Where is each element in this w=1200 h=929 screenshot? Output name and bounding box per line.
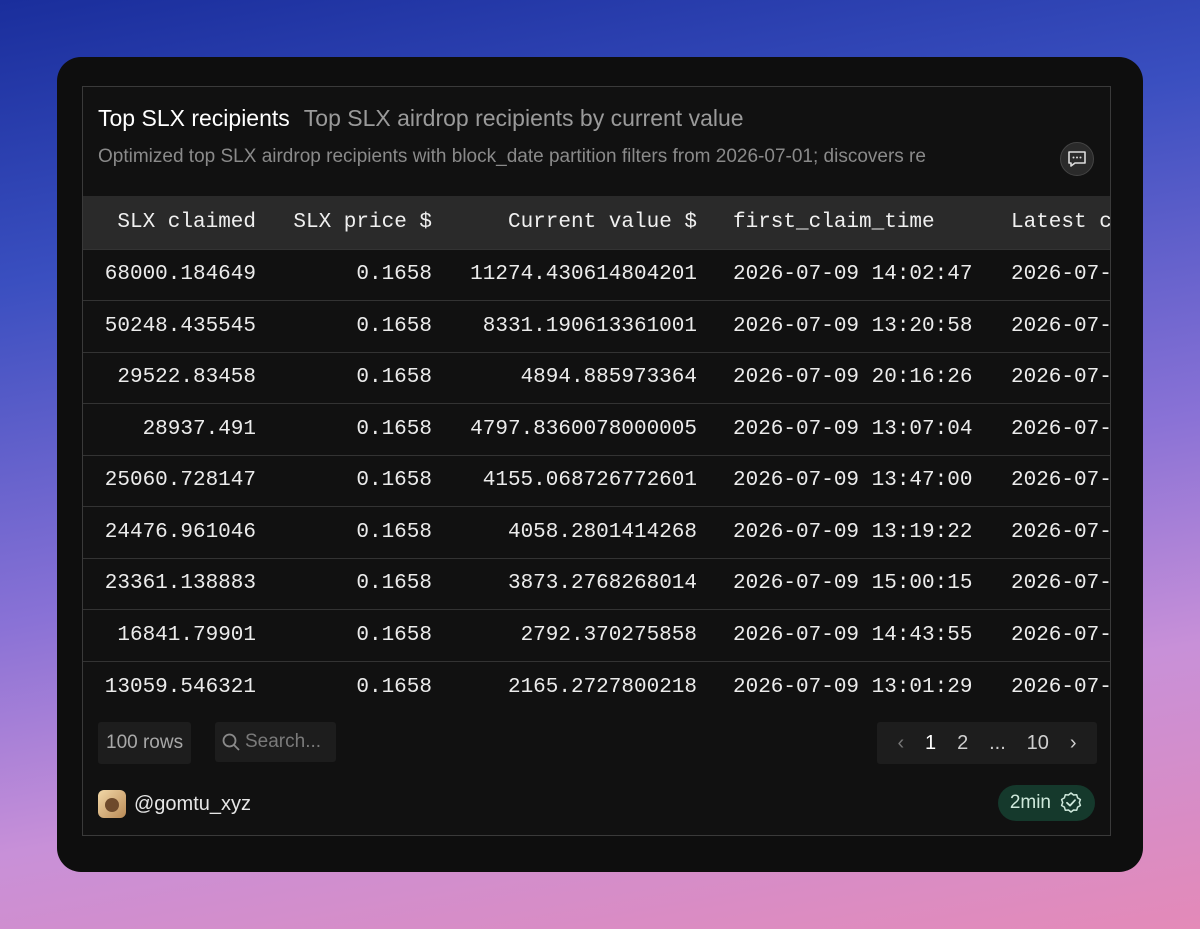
table-cell: 2026-07-	[993, 248, 1110, 301]
table-row[interactable]: 16841.79901 0.1658 2792.370275858 2026-07-0…	[83, 609, 1110, 661]
comment-icon	[1068, 151, 1086, 167]
table-cell: 0.1658	[274, 248, 450, 301]
table-cell: 2026-07-	[993, 403, 1110, 455]
table-cell: 16841.79901	[83, 609, 274, 661]
table-cell: 2792.370275858	[450, 609, 715, 661]
table-cell: 2026-07-09 13:01:29	[715, 660, 993, 713]
table-cell: 11274.430614804201	[450, 248, 715, 301]
refresh-badge: 2min	[997, 785, 1095, 821]
table-cell: 68000.184649	[83, 248, 274, 301]
table-row[interactable]: 13059.546321 0.1658 2165.2727800218 2026-07…	[83, 660, 1110, 713]
results-table-container[interactable]: SLX claimed SLX price $ Current value $ …	[83, 196, 1110, 713]
table-cell: 2026-07-	[993, 454, 1110, 507]
table-cell: 3873.2768268014	[450, 557, 715, 610]
comment-button[interactable]	[1060, 142, 1094, 176]
avatar	[98, 790, 126, 818]
table-cell: 2026-07-09 20:16:26	[715, 351, 993, 404]
table-cell: 0.1658	[274, 506, 450, 558]
table-cell: 4797.8360078000005	[450, 403, 715, 455]
table-cell: 0.1658	[274, 609, 450, 661]
table-cell: 0.1658	[274, 660, 450, 713]
query-description: Optimized top SLX airdrop recipients wit…	[98, 146, 926, 167]
page-button[interactable]: 1	[925, 732, 936, 755]
query-subtitle: Top SLX airdrop recipients by current va…	[303, 105, 744, 131]
table-row[interactable]: 68000.184649 0.1658 11274.430614804201 2026…	[83, 248, 1110, 301]
table-row[interactable]: 23361.138883 0.1658 3873.2768268014 2026-07…	[83, 557, 1110, 610]
page-ellipsis: ...	[989, 731, 1006, 754]
author[interactable]: @gomtu_xyz	[98, 790, 251, 818]
table-cell: 0.1658	[274, 300, 450, 352]
refresh-time: 2min	[1009, 792, 1051, 813]
verified-check-icon	[1060, 792, 1082, 813]
results-table: SLX claimed SLX price $ Current value $ …	[83, 196, 1110, 713]
table-header-row: SLX claimed SLX price $ Current value $ …	[83, 196, 1110, 249]
panel-header: Top SLX recipients Top SLX airdrop recip…	[98, 105, 1098, 168]
table-cell: 4155.068726772601	[450, 454, 715, 507]
author-name[interactable]: @gomtu_xyz	[134, 793, 251, 816]
query-panel: Top SLX recipients Top SLX airdrop recip…	[82, 86, 1111, 836]
search-icon	[222, 733, 240, 751]
table-cell: 13059.546321	[83, 660, 274, 713]
table-row[interactable]: 50248.435545 0.1658 8331.190613361001 2026-…	[83, 300, 1110, 352]
table-cell: 2026-07-	[993, 351, 1110, 404]
page-button[interactable]: 10	[1027, 732, 1049, 755]
table-cell: 28937.491	[83, 403, 274, 455]
table-cell: 2165.2727800218	[450, 660, 715, 713]
search-placeholder: Search...	[245, 731, 322, 752]
table-cell: 25060.728147	[83, 454, 274, 507]
column-header[interactable]: Current value $	[450, 196, 715, 249]
table-cell: 2026-07-09 14:02:47	[715, 248, 993, 301]
table-cell: 2026-07-09 14:43:55	[715, 609, 993, 661]
table-cell: 8331.190613361001	[450, 300, 715, 352]
table-cell: 2026-07-	[993, 609, 1110, 661]
column-header[interactable]: SLX price $	[274, 196, 450, 249]
table-cell: 2026-07-09 13:07:04	[715, 403, 993, 455]
column-header[interactable]: SLX claimed	[83, 196, 274, 249]
query-card: Top SLX recipients Top SLX airdrop recip…	[57, 57, 1143, 872]
table-cell: 2026-07-09 15:00:15	[715, 557, 993, 610]
column-header[interactable]: first_claim_time	[715, 196, 993, 249]
table-cell: 0.1658	[274, 454, 450, 507]
table-cell: 2026-07-09 13:20:58	[715, 300, 993, 352]
table-cell: 50248.435545	[83, 300, 274, 352]
pagination: ‹ 1 2 ... 10 ›	[877, 722, 1097, 764]
table-controls: 100 rows Search... ‹ 1 2 ... 10 ›	[98, 722, 1097, 764]
query-title[interactable]: Top SLX recipients	[98, 105, 290, 132]
table-cell: 0.1658	[274, 351, 450, 404]
table-cell: 4058.2801414268	[450, 506, 715, 558]
table-row[interactable]: 28937.491 0.1658 4797.8360078000005 2026-07…	[83, 403, 1110, 455]
table-row[interactable]: 24476.961046 0.1658 4058.2801414268 2026-07…	[83, 506, 1110, 558]
table-row[interactable]: 25060.728147 0.1658 4155.068726772601 2026-…	[83, 454, 1110, 507]
table-cell: 2026-07-	[993, 300, 1110, 352]
table-cell: 29522.83458	[83, 351, 274, 404]
row-count-selector[interactable]: 100 rows	[98, 722, 192, 764]
column-header[interactable]: Latest c	[993, 196, 1110, 249]
search-field[interactable]: Search...	[215, 722, 336, 762]
table-cell: 2026-07-09 13:47:00	[715, 454, 993, 507]
table-cell: 2026-07-09 13:19:22	[715, 506, 993, 558]
table-cell: 4894.885973364	[450, 351, 715, 404]
table-cell: 24476.961046	[83, 506, 274, 558]
table-cell: 0.1658	[274, 403, 450, 455]
table-cell: 2026-07-	[993, 557, 1110, 610]
table-cell: 2026-07-	[993, 660, 1110, 713]
table-row[interactable]: 29522.83458 0.1658 4894.885973364 2026-07-0…	[83, 351, 1110, 404]
chevron-left-icon[interactable]: ‹	[897, 732, 904, 755]
page-button[interactable]: 2	[957, 732, 968, 755]
table-cell: 2026-07-	[993, 506, 1110, 558]
table-cell: 23361.138883	[83, 557, 274, 610]
table-cell: 0.1658	[274, 557, 450, 610]
chevron-right-icon[interactable]: ›	[1070, 732, 1077, 755]
